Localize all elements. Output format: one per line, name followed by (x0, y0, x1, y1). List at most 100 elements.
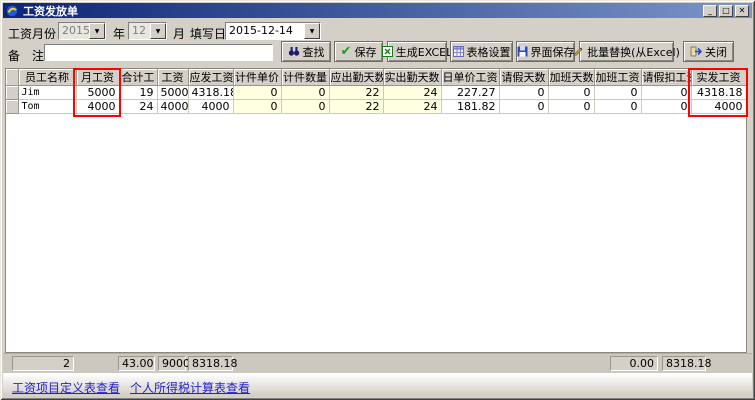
save-button[interactable]: ✔ 保存 (334, 41, 383, 62)
chevron-down-icon[interactable]: ▼ (89, 23, 105, 39)
col-salary[interactable]: 工资 (157, 69, 188, 86)
col-total-hours[interactable]: 合计工 (119, 69, 157, 86)
binoculars-icon (288, 46, 300, 57)
cell-payable-salary[interactable]: 4318.18 (188, 86, 233, 100)
cell-employee-name[interactable]: Tom (18, 100, 76, 114)
note-label: 备 注 (8, 47, 44, 64)
cell-leave-days[interactable]: 0 (499, 86, 548, 100)
excel-icon (382, 46, 393, 57)
col-expected-days[interactable]: 应出勤天数 (329, 69, 383, 86)
month-value: 12 (129, 23, 150, 39)
col-daily-rate[interactable]: 日单价工资 (441, 69, 499, 86)
month-unit-label: 月 (173, 25, 185, 42)
find-button-label: 查找 (303, 44, 325, 60)
fill-date-value: 2015-12-14 (226, 23, 304, 39)
batch-replace-button[interactable]: 批量替换(从Excel) (579, 41, 674, 62)
table-row: Tom 4000 24 4000 4000 0 0 22 24 181.82 0… (6, 100, 746, 114)
salary-total: 9000. (158, 356, 186, 371)
payroll-grid: 员工名称 月工资 合计工 工资 应发工资 计件单价 计件数量 应出勤天数 实出勤… (5, 68, 747, 353)
payable-total: 8318.18 (188, 356, 233, 371)
table-settings-label: 表格设置 (467, 44, 511, 60)
cell-leave-days[interactable]: 0 (499, 100, 548, 114)
export-excel-label: 生成EXCEL (396, 44, 452, 60)
cell-actual-salary[interactable]: 4000 (691, 100, 746, 114)
row-selector[interactable] (6, 86, 18, 100)
deduction-total: 0.00 (610, 356, 658, 371)
cell-overtime-days[interactable]: 0 (548, 86, 594, 100)
col-monthly-salary[interactable]: 月工资 (76, 69, 119, 86)
month-select[interactable]: 12 ▼ (128, 22, 167, 40)
floppy-icon (517, 46, 528, 57)
fill-date-select[interactable]: 2015-12-14 ▼ (225, 22, 321, 40)
cell-piece-price[interactable]: 0 (233, 86, 281, 100)
note-input[interactable] (44, 44, 273, 61)
close-form-button[interactable]: 关闭 (683, 41, 734, 62)
find-button[interactable]: 查找 (281, 41, 331, 62)
table-row: Jim 5000 19 5000 4318.18 0 0 22 24 227.2… (6, 86, 746, 100)
cell-total-hours[interactable]: 24 (119, 100, 157, 114)
row-selector[interactable] (6, 100, 18, 114)
cell-piece-price[interactable]: 0 (233, 100, 281, 114)
ui-save-button[interactable]: 界面保存 (516, 41, 575, 62)
close-button[interactable]: ✕ (735, 5, 749, 17)
cell-employee-name[interactable]: Jim (18, 86, 76, 100)
app-icon (6, 5, 19, 17)
col-piece-price[interactable]: 计件单价 (233, 69, 281, 86)
salary-item-definition-link[interactable]: 工资项目定义表查看 (12, 379, 120, 396)
chevron-down-icon[interactable]: ▼ (150, 23, 166, 39)
cell-monthly-salary[interactable]: 5000 (76, 86, 119, 100)
check-icon: ✔ (341, 46, 352, 57)
cell-actual-days[interactable]: 24 (383, 100, 441, 114)
title-bar: 工资发放单 _ □ ✕ (3, 3, 752, 18)
batch-replace-label: 批量替换(从Excel) (587, 44, 680, 60)
col-actual-salary[interactable]: 实发工资 (691, 69, 746, 86)
cell-total-hours[interactable]: 19 (119, 86, 157, 100)
window-title: 工资发放单 (23, 3, 78, 19)
hours-total: 43.00 (118, 356, 155, 371)
table-settings-button[interactable]: 表格设置 (450, 41, 513, 62)
year-select[interactable]: 2015 ▼ (58, 22, 106, 40)
cell-actual-salary[interactable]: 4318.18 (691, 86, 746, 100)
col-overtime-days[interactable]: 加班天数 (548, 69, 594, 86)
cell-expected-days[interactable]: 22 (329, 86, 383, 100)
income-tax-table-link[interactable]: 个人所得税计算表查看 (130, 379, 250, 396)
col-piece-qty[interactable]: 计件数量 (281, 69, 329, 86)
cell-monthly-salary[interactable]: 4000 (76, 100, 119, 114)
cell-piece-qty[interactable]: 0 (281, 86, 329, 100)
col-payable-salary[interactable]: 应发工资 (188, 69, 233, 86)
col-employee-name[interactable]: 员工名称 (18, 69, 76, 86)
cell-expected-days[interactable]: 22 (329, 100, 383, 114)
cell-actual-days[interactable]: 24 (383, 86, 441, 100)
close-form-label: 关闭 (705, 44, 727, 60)
cell-salary[interactable]: 5000 (157, 86, 188, 100)
period-label: 工资月份 (8, 25, 56, 42)
col-overtime-pay[interactable]: 加班工资 (594, 69, 641, 86)
maximize-button[interactable]: □ (719, 5, 733, 17)
col-leave-deduction[interactable]: 请假扣工资 (641, 69, 691, 86)
cell-payable-salary[interactable]: 4000 (188, 100, 233, 114)
actual-total: 8318.18 (662, 356, 706, 371)
pencil-icon (573, 46, 584, 57)
table-grid-icon (453, 46, 464, 57)
cell-overtime-pay[interactable]: 0 (594, 100, 641, 114)
cell-salary[interactable]: 4000 (157, 100, 188, 114)
grid-header-row: 员工名称 月工资 合计工 工资 应发工资 计件单价 计件数量 应出勤天数 实出勤… (6, 69, 746, 86)
exit-door-icon (690, 46, 702, 57)
cell-daily-rate[interactable]: 181.82 (441, 100, 499, 114)
col-leave-days[interactable]: 请假天数 (499, 69, 548, 86)
select-all-cell[interactable] (6, 69, 18, 86)
cell-overtime-pay[interactable]: 0 (594, 86, 641, 100)
cell-daily-rate[interactable]: 227.27 (441, 86, 499, 100)
payroll-window: 工资发放单 _ □ ✕ 工资月份 2015 ▼ 年 12 ▼ 月 填写日期 20… (0, 0, 755, 400)
cell-overtime-days[interactable]: 0 (548, 100, 594, 114)
cell-leave-deduction[interactable]: 0 (641, 100, 691, 114)
chevron-down-icon[interactable]: ▼ (304, 23, 320, 39)
cell-leave-deduction[interactable]: 0 (641, 86, 691, 100)
record-count-total: 2 (12, 356, 74, 371)
minimize-button[interactable]: _ (703, 5, 717, 17)
year-value: 2015 (59, 23, 89, 39)
year-unit-label: 年 (113, 25, 125, 42)
export-excel-button[interactable]: 生成EXCEL (387, 41, 447, 62)
cell-piece-qty[interactable]: 0 (281, 100, 329, 114)
col-actual-days[interactable]: 实出勤天数 (383, 69, 441, 86)
